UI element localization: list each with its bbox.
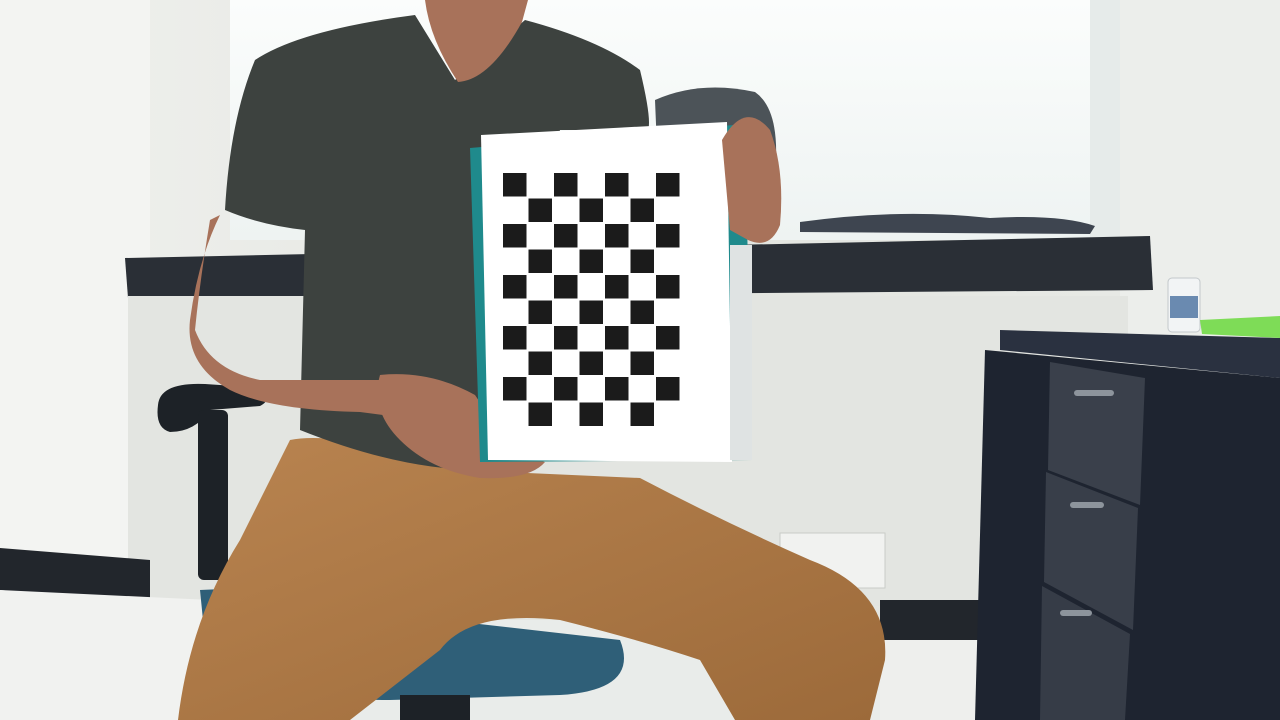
checker-square xyxy=(528,198,552,222)
checker-square xyxy=(503,377,527,401)
checker-square xyxy=(554,377,578,401)
checker-square xyxy=(579,402,603,426)
checker-square xyxy=(630,300,654,324)
checker-square xyxy=(630,198,654,222)
checker-square xyxy=(656,173,680,197)
photo-scene xyxy=(0,0,1280,720)
checker-square xyxy=(579,198,603,222)
checker-square xyxy=(605,326,629,350)
checker-square xyxy=(528,249,552,273)
checker-square xyxy=(656,377,680,401)
checker-square xyxy=(503,224,527,248)
checker-square xyxy=(503,275,527,299)
checker-square xyxy=(656,224,680,248)
checker-square xyxy=(605,173,629,197)
checker-square xyxy=(630,351,654,375)
chair-arm-post xyxy=(198,410,228,580)
calibration-target xyxy=(470,122,752,462)
window-frame xyxy=(1090,0,1120,240)
drawer-handle-1 xyxy=(1074,390,1114,396)
checker-square xyxy=(656,275,680,299)
wall-column xyxy=(0,0,150,600)
photo-canvas xyxy=(0,0,1280,720)
checker-square xyxy=(503,173,527,197)
checker-square xyxy=(605,377,629,401)
checker-square xyxy=(579,300,603,324)
bottle-label xyxy=(1170,296,1198,318)
checker-square xyxy=(579,249,603,273)
checker-square xyxy=(528,300,552,324)
checker-square xyxy=(503,326,527,350)
notebook-spiral xyxy=(730,245,752,460)
baseboard-right xyxy=(880,600,990,642)
chair-base xyxy=(400,695,470,720)
checker-square xyxy=(630,249,654,273)
checker-square xyxy=(579,351,603,375)
checker-square xyxy=(630,402,654,426)
drawer-handle-2 xyxy=(1070,502,1104,508)
checker-square xyxy=(554,326,578,350)
checker-square xyxy=(656,326,680,350)
checker-square xyxy=(528,402,552,426)
checker-square xyxy=(554,224,578,248)
checker-square xyxy=(554,275,578,299)
floor-right xyxy=(880,640,990,720)
checker-square xyxy=(528,351,552,375)
drawer-handle-3 xyxy=(1060,610,1092,616)
checker-square xyxy=(605,224,629,248)
checker-square xyxy=(554,173,578,197)
checker-square xyxy=(605,275,629,299)
